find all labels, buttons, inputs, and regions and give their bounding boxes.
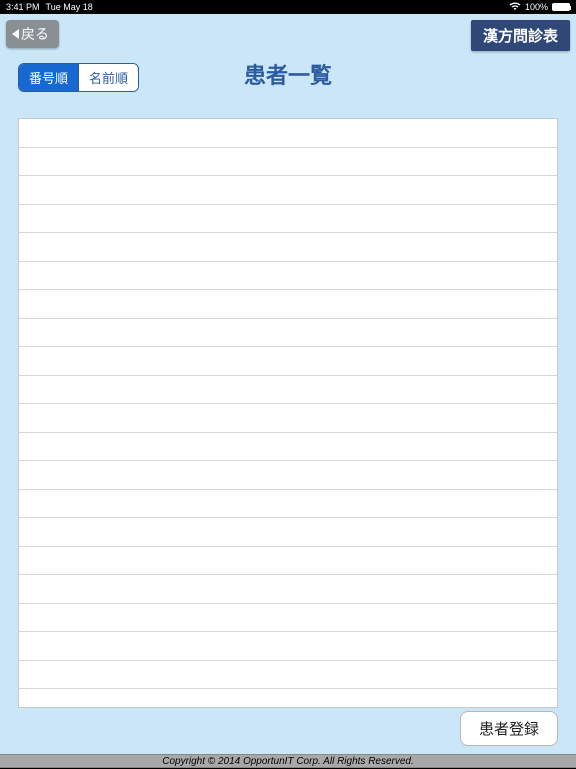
battery-icon [552,3,570,11]
wifi-icon [509,2,521,13]
top-bar: 戻る 漢方問診表 [0,14,576,52]
status-time: 3:41 PM [6,2,40,12]
list-item[interactable] [19,319,557,348]
battery-percent: 100% [525,2,548,12]
list-item[interactable] [19,461,557,490]
list-item[interactable] [19,119,557,148]
list-item[interactable] [19,518,557,547]
page-title: 患者一覧 [244,58,332,90]
list-item[interactable] [19,661,557,690]
list-item[interactable] [19,604,557,633]
list-item[interactable] [19,205,557,234]
list-item[interactable] [19,632,557,661]
list-item[interactable] [19,433,557,462]
sort-by-name-button[interactable]: 名前順 [79,64,138,91]
list-item[interactable] [19,347,557,376]
back-arrow-icon [12,29,19,39]
list-item[interactable] [19,148,557,177]
list-item[interactable] [19,233,557,262]
heading-row: 患者一覧 番号順 名前順 [0,52,576,92]
list-item[interactable] [19,262,557,291]
list-item[interactable] [19,176,557,205]
app-area: 戻る 漢方問診表 患者一覧 番号順 名前順 患者登録 [0,14,576,754]
sort-by-number-button[interactable]: 番号順 [19,64,79,91]
sort-segmented-control: 番号順 名前順 [18,63,139,92]
patient-list[interactable] [18,118,558,708]
footer: Copyright © 2014 OpportunIT Corp. All Ri… [0,754,576,768]
back-button[interactable]: 戻る [6,20,59,48]
register-patient-button[interactable]: 患者登録 [460,711,558,746]
list-item[interactable] [19,404,557,433]
list-item[interactable] [19,290,557,319]
status-date: Tue May 18 [46,2,93,12]
app-title-button[interactable]: 漢方問診表 [471,20,570,51]
status-bar: 3:41 PM Tue May 18 100% [0,0,576,14]
list-item[interactable] [19,547,557,576]
app-title-label: 漢方問診表 [483,28,558,45]
back-button-label: 戻る [21,24,49,44]
list-item[interactable] [19,490,557,519]
list-item[interactable] [19,376,557,405]
list-item[interactable] [19,575,557,604]
